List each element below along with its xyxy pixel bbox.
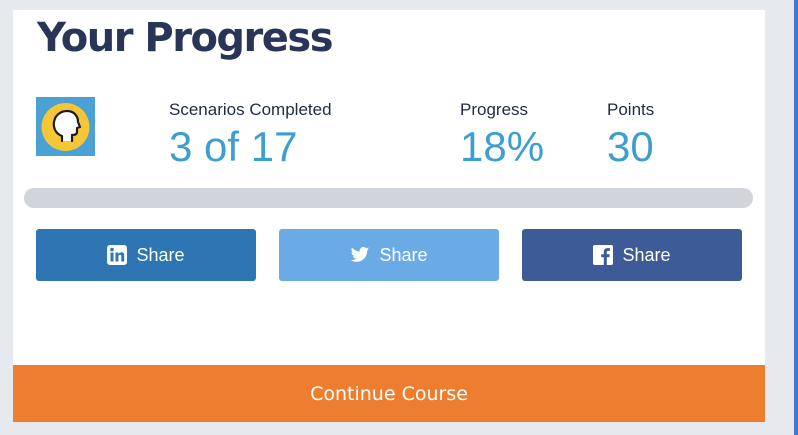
stat-progress: Progress 18% [460, 99, 544, 170]
progress-card: Your Progress Scenarios Completed 3 of 1… [13, 10, 765, 422]
scenarios-label: Scenarios Completed [169, 100, 332, 119]
linkedin-icon [107, 245, 128, 265]
twitter-icon [350, 245, 370, 265]
linkedin-share-button[interactable]: Share [36, 229, 256, 281]
progress-bar [24, 188, 753, 208]
facebook-share-label: Share [622, 244, 671, 265]
continue-course-button[interactable]: Continue Course [13, 365, 765, 422]
avatar [36, 97, 95, 156]
progress-bar-fill [24, 188, 156, 208]
twitter-share-label: Share [379, 244, 428, 265]
right-edge-strip [794, 0, 798, 435]
facebook-share-button[interactable]: Share [522, 229, 742, 281]
points-value: 30 [607, 123, 654, 170]
facebook-icon [593, 245, 614, 265]
scenarios-value: 3 of 17 [169, 123, 298, 170]
progress-value: 18% [460, 123, 545, 170]
head-profile-icon [41, 103, 90, 151]
linkedin-share-label: Share [136, 244, 185, 265]
page-title: Your Progress [37, 15, 334, 61]
stat-scenarios-completed: Scenarios Completed 3 of 17 [169, 99, 332, 170]
twitter-share-button[interactable]: Share [279, 229, 499, 281]
progress-label: Progress [460, 100, 529, 119]
points-label: Points [607, 100, 655, 119]
stat-points: Points 30 [607, 99, 654, 170]
